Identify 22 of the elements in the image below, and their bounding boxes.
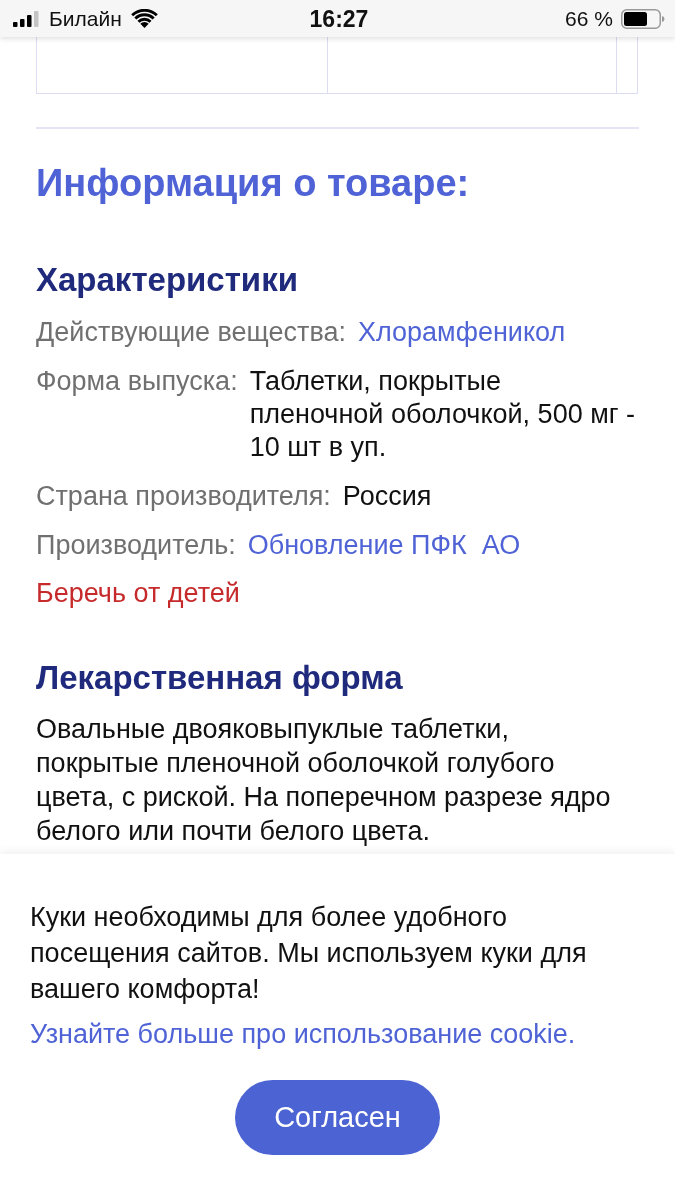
field-label: Форма выпуска: (36, 365, 238, 398)
field-link[interactable]: Хлорамфеникол (358, 317, 566, 347)
field-label: Действующие вещества: (36, 316, 346, 349)
subsection-heading: Характеристики (36, 260, 299, 300)
carrier-name: Билайн (49, 6, 122, 31)
wifi-icon (130, 9, 158, 28)
cookie-policy-link[interactable]: Узнайте больше про использование cookie. (30, 1019, 576, 1049)
accept-button[interactable]: Согласен (235, 1080, 440, 1155)
warning-text: Беречь от детей (36, 577, 241, 610)
field-label: Страна производителя: (36, 480, 331, 513)
field-label: Производитель: (36, 529, 236, 562)
battery-icon (621, 8, 665, 29)
description-text: Овальные двояковыпуклые таблетки, покрытые пленочной оболочкой голубого цвета, с риской. На поперечном разрезе ядро белого или почти белого цвета. (36, 713, 612, 848)
battery-percent: 66 % (565, 6, 613, 31)
field-value: Россия (342, 481, 432, 511)
field-value: Таблетки, покрытые пленочной оболочкой, 500 мг - 10 шт в уп. (249, 366, 637, 462)
field-link[interactable]: Обновление ПФК АО (247, 530, 521, 560)
cookie-notice-text: Куки необходимы для более удобного посещения сайтов. Мы используем куки для вашего комфорта! (30, 901, 588, 1006)
subsection-heading: Лекарственная форма (36, 658, 404, 698)
signal-icon (13, 10, 39, 27)
clock-time: 16:27 (309, 5, 369, 32)
section-heading: Информация о товаре: (36, 161, 471, 206)
